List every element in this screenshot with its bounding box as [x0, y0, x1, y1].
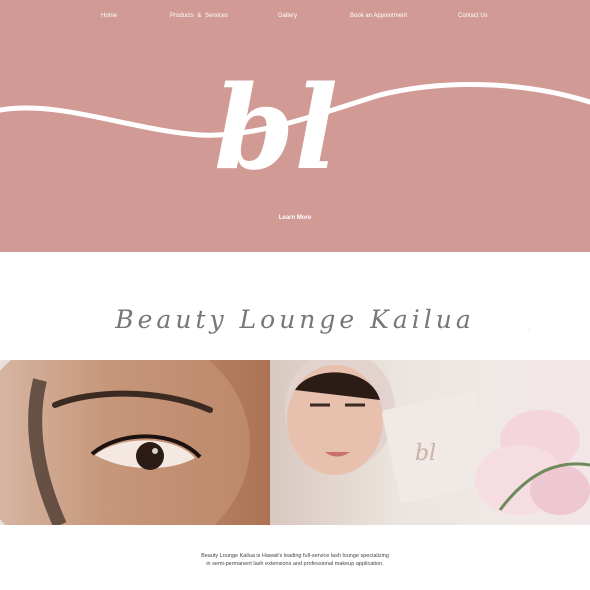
nav-gallery-link[interactable]: Gallery	[278, 12, 297, 20]
learn-more-link[interactable]: Learn More	[0, 215, 590, 221]
hero-banner: Home Products & Services Gallery Book an…	[0, 0, 590, 252]
nav-home-link[interactable]: Home	[101, 12, 117, 20]
nav-book-appointment-link[interactable]: Book an Appointment	[350, 12, 407, 20]
eye-closeup-image	[0, 360, 300, 525]
svg-text:bl: bl	[415, 441, 436, 466]
mirror-makeup-image: bl	[270, 360, 590, 525]
eye-illustration-icon	[0, 360, 250, 525]
nav-products-services-link[interactable]: Products & Services	[170, 12, 228, 20]
nav-contact-us-link[interactable]: Contact Us	[458, 12, 488, 20]
bl-logo: bl	[0, 61, 590, 190]
mirror-makeup-illustration-icon: bl	[285, 360, 590, 515]
description-text: Beauty Lounge Kailua is Hawaii's leading…	[201, 552, 389, 567]
logo-letters: bl	[214, 61, 338, 190]
hero-image-band: bl	[0, 360, 590, 525]
faded-slider-arrows-icon: ‹ ›	[440, 322, 572, 336]
top-nav: Home Products & Services Gallery Book an…	[0, 12, 590, 22]
